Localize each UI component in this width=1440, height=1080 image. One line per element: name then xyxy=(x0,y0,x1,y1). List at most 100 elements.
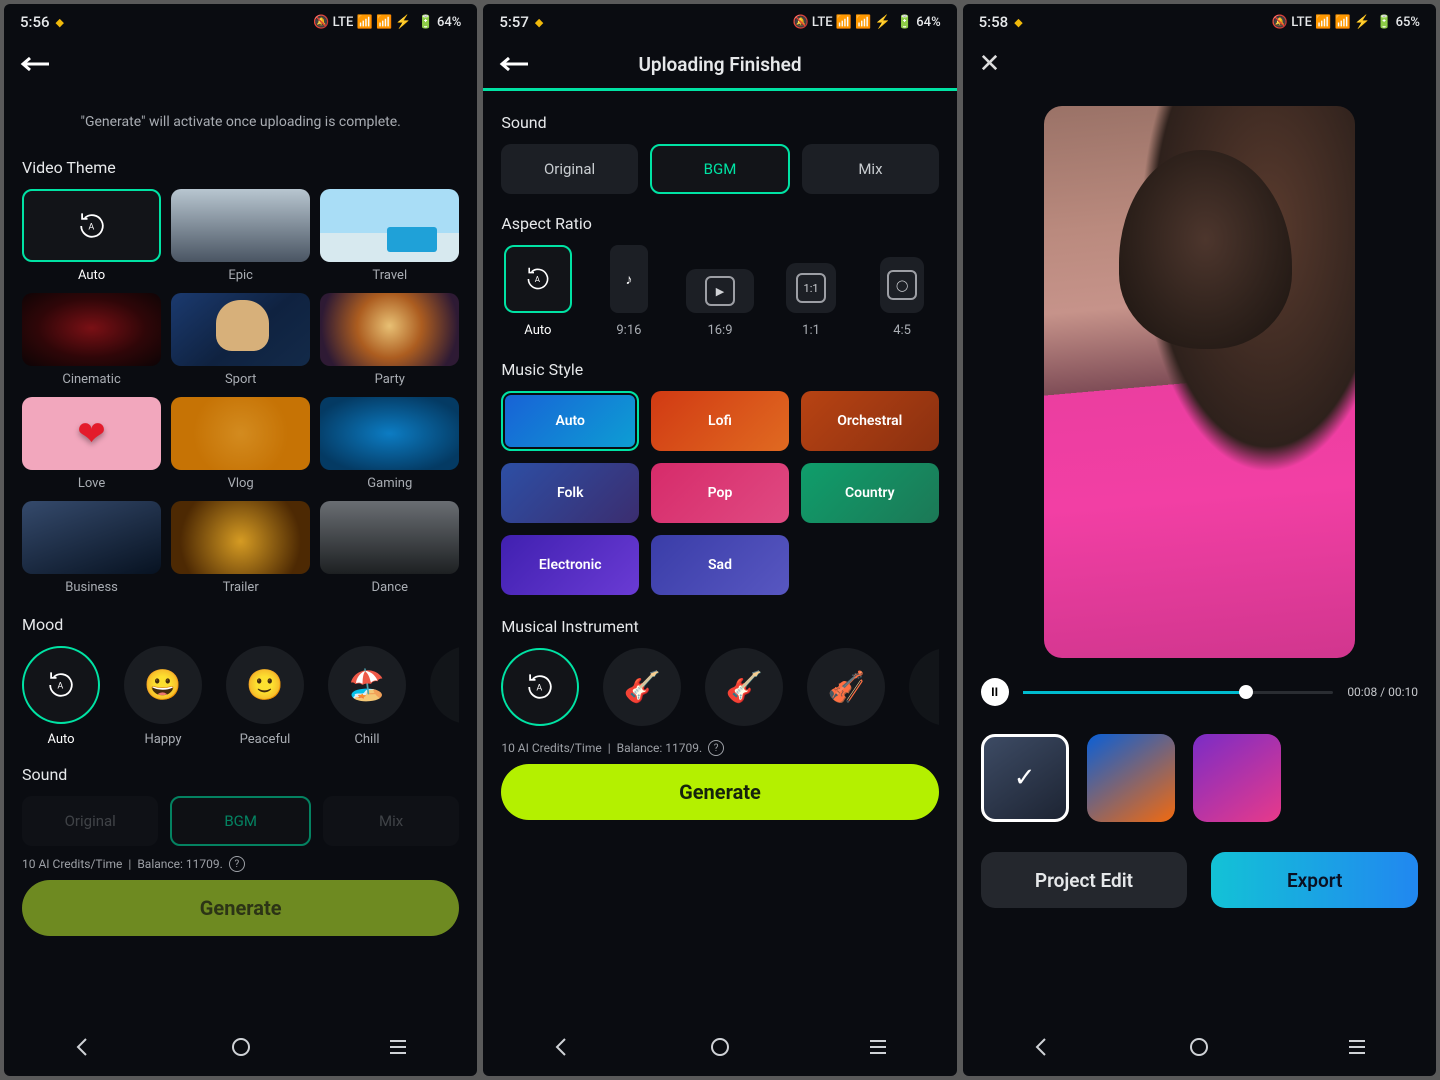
theme-travel[interactable]: Travel xyxy=(320,189,459,283)
aspect-11[interactable]: 1:11:1 xyxy=(775,263,848,338)
status-bar: 5:57◆ 🔕 LTE 📶 📶 ⚡🔋 64% xyxy=(483,4,956,40)
nav-back-icon[interactable] xyxy=(1030,1035,1054,1063)
help-icon[interactable]: ? xyxy=(229,856,245,872)
screen-3: 5:58◆ 🔕 LTE 📶 📶 ⚡🔋 65% ✕ II 00:08 / 00:1… xyxy=(963,4,1436,1076)
help-icon[interactable]: ? xyxy=(708,740,724,756)
mood-peaceful[interactable]: 🙂Peaceful xyxy=(226,646,304,747)
aspect-auto[interactable]: AAuto xyxy=(501,245,574,338)
instr-violin[interactable]: 🎻 xyxy=(807,648,885,726)
section-aspect: Aspect Ratio xyxy=(501,214,938,233)
theme-grid: A Auto Epic Travel Cinematic Sport Party… xyxy=(22,189,459,595)
tiktok-icon: ♪ xyxy=(625,271,632,288)
svg-text:A: A xyxy=(537,684,543,694)
status-bar: 5:58◆ 🔕 LTE 📶 📶 ⚡🔋 65% xyxy=(963,4,1436,40)
music-folk[interactable]: Folk xyxy=(501,463,639,523)
clock: 5:57 xyxy=(499,13,529,31)
result-1[interactable]: ✓ xyxy=(981,734,1069,822)
nav-recent-icon[interactable] xyxy=(386,1035,410,1063)
nav-home-icon[interactable] xyxy=(229,1035,253,1063)
instr-electric-guitar[interactable]: 🎸 xyxy=(705,648,783,726)
clock: 5:56 xyxy=(20,13,50,31)
generate-button[interactable]: Generate xyxy=(501,764,938,820)
theme-epic[interactable]: Epic xyxy=(171,189,310,283)
top-bar: ✕ xyxy=(963,40,1436,88)
screen-2: 5:57◆ 🔕 LTE 📶 📶 ⚡🔋 64% Uploading Finishe… xyxy=(483,4,956,1076)
mood-happy[interactable]: 😀Happy xyxy=(124,646,202,747)
nav-home-icon[interactable] xyxy=(708,1035,732,1063)
section-sound: Sound xyxy=(501,113,938,132)
back-button[interactable] xyxy=(20,54,50,74)
nav-back-icon[interactable] xyxy=(71,1035,95,1063)
svg-text:A: A xyxy=(57,682,63,692)
instr-more[interactable] xyxy=(909,648,938,726)
theme-love[interactable]: Love xyxy=(22,397,161,491)
theme-gaming[interactable]: Gaming xyxy=(320,397,459,491)
mood-row: AAuto 😀Happy 🙂Peaceful 🏖️Chill xyxy=(22,646,459,747)
hint-text: "Generate" will activate once uploading … xyxy=(22,114,459,130)
theme-party[interactable]: Party xyxy=(320,293,459,387)
sound-bgm[interactable]: BGM xyxy=(170,796,310,846)
generate-button[interactable]: Generate xyxy=(22,880,459,936)
music-lofi[interactable]: Lofi xyxy=(651,391,789,451)
aspect-169[interactable]: ▶16:9 xyxy=(683,269,756,338)
music-electronic[interactable]: Electronic xyxy=(501,535,639,595)
instr-auto[interactable]: A xyxy=(501,648,579,726)
music-grid: Auto Lofi Orchestral Folk Pop Country El… xyxy=(501,391,938,595)
top-bar xyxy=(4,40,477,88)
mood-more[interactable] xyxy=(430,646,459,747)
action-row: Project Edit Export xyxy=(981,852,1418,908)
project-edit-button[interactable]: Project Edit xyxy=(981,852,1188,908)
music-country[interactable]: Country xyxy=(801,463,939,523)
battery: 🔋 64% xyxy=(418,15,462,30)
sound-row: Original BGM Mix xyxy=(22,796,459,846)
mood-chill[interactable]: 🏖️Chill xyxy=(328,646,406,747)
aspect-45[interactable]: ◯4:5 xyxy=(866,257,939,338)
section-mood: Mood xyxy=(22,615,459,634)
page-title: Uploading Finished xyxy=(483,53,956,76)
content: "Generate" will activate once uploading … xyxy=(4,88,477,1022)
music-sad[interactable]: Sad xyxy=(651,535,789,595)
section-instrument: Musical Instrument xyxy=(501,617,938,636)
sound-mix[interactable]: Mix xyxy=(802,144,938,194)
sound-original[interactable]: Original xyxy=(501,144,637,194)
instagram-icon: ◯ xyxy=(887,270,917,300)
svg-text:A: A xyxy=(535,275,541,284)
seek-knob[interactable] xyxy=(1239,685,1253,699)
theme-sport[interactable]: Sport xyxy=(171,293,310,387)
nav-home-icon[interactable] xyxy=(1187,1035,1211,1063)
theme-dance[interactable]: Dance xyxy=(320,501,459,595)
sound-mix[interactable]: Mix xyxy=(323,796,459,846)
music-orchestral[interactable]: Orchestral xyxy=(801,391,939,451)
screen-1: 5:56◆ 🔕 LTE 📶 📶 ⚡🔋 64% "Generate" will a… xyxy=(4,4,477,1076)
nav-back-icon[interactable] xyxy=(550,1035,574,1063)
nav-recent-icon[interactable] xyxy=(1345,1035,1369,1063)
theme-auto[interactable]: A Auto xyxy=(22,189,161,283)
export-button[interactable]: Export xyxy=(1211,852,1418,908)
video-preview[interactable] xyxy=(1044,106,1355,658)
android-nav xyxy=(4,1022,477,1076)
music-pop[interactable]: Pop xyxy=(651,463,789,523)
close-button[interactable]: ✕ xyxy=(979,49,1001,79)
instr-acoustic-guitar[interactable]: 🎸 xyxy=(603,648,681,726)
mood-auto[interactable]: AAuto xyxy=(22,646,100,747)
content: II 00:08 / 00:10 ✓ Project Edit Export xyxy=(963,88,1436,1022)
pause-button[interactable]: II xyxy=(981,678,1009,706)
result-2[interactable] xyxy=(1087,734,1175,822)
theme-trailer[interactable]: Trailer xyxy=(171,501,310,595)
ratio-icon: 1:1 xyxy=(796,273,826,303)
theme-cinematic[interactable]: Cinematic xyxy=(22,293,161,387)
sound-bgm[interactable]: BGM xyxy=(650,144,790,194)
music-auto[interactable]: Auto xyxy=(501,391,639,451)
theme-business[interactable]: Business xyxy=(22,501,161,595)
sound-original[interactable]: Original xyxy=(22,796,158,846)
seek-track[interactable] xyxy=(1023,691,1334,694)
section-sound: Sound xyxy=(22,765,459,784)
nav-recent-icon[interactable] xyxy=(866,1035,890,1063)
brand-icon: ◆ xyxy=(535,16,543,29)
theme-vlog[interactable]: Vlog xyxy=(171,397,310,491)
brand-icon: ◆ xyxy=(1014,16,1022,29)
result-3[interactable] xyxy=(1193,734,1281,822)
aspect-916[interactable]: ♪9:16 xyxy=(592,245,665,338)
credits-row: 10 AI Credits/Time | Balance: 11709.? xyxy=(22,856,459,872)
status-icons: 🔕 LTE 📶 📶 ⚡ xyxy=(793,15,891,30)
